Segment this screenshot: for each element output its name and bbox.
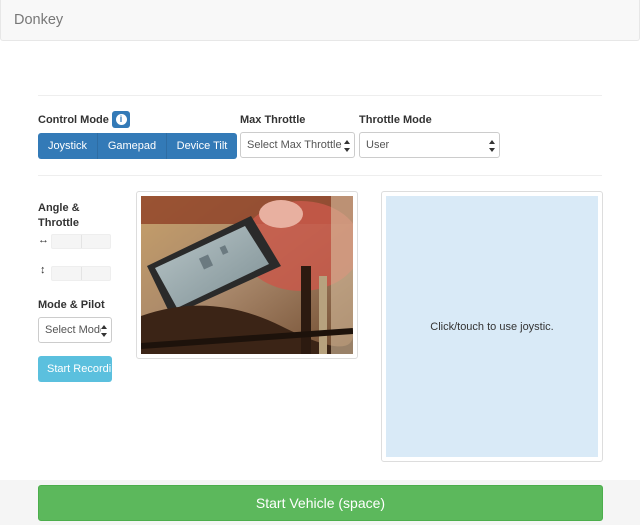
camera-feed-frame — [136, 191, 358, 359]
throttle-bar — [51, 266, 111, 281]
navbar-brand[interactable]: Donkey — [14, 12, 63, 28]
select-arrows-icon — [489, 140, 495, 152]
mode-pilot-label: Mode & Pilot — [38, 299, 105, 311]
max-throttle-label: Max Throttle — [240, 114, 306, 126]
select-arrows-icon — [101, 325, 107, 337]
gamepad-mode-button[interactable]: Gamepad — [98, 133, 167, 159]
select-arrows-icon — [344, 140, 350, 152]
joystick-mode-button[interactable]: Joystick — [38, 133, 98, 159]
divider — [38, 175, 602, 176]
control-mode-group: Joystick Gamepad Device Tilt — [38, 133, 237, 159]
camera-feed-image — [141, 196, 353, 354]
joystick-frame: Click/touch to use joystic. — [381, 191, 603, 462]
throttle-mode-label: Throttle Mode — [359, 114, 432, 126]
joystick-hint: Click/touch to use joystic. — [430, 320, 554, 333]
info-icon[interactable]: i — [112, 111, 130, 128]
max-throttle-select[interactable]: Select Max Throttle — [240, 132, 355, 158]
joystick-pad[interactable]: Click/touch to use joystic. — [386, 196, 598, 457]
start-recording-button[interactable]: Start Recording — [38, 356, 112, 382]
mode-pilot-select[interactable]: Select Mode — [38, 317, 112, 343]
navbar: Donkey — [0, 0, 640, 41]
mode-pilot-value: Select Mode — [45, 324, 107, 336]
vertical-arrows-icon: ↕ — [40, 264, 46, 276]
angle-throttle-label-line2: Throttle — [38, 217, 79, 229]
max-throttle-value: Select Max Throttle — [247, 139, 342, 151]
control-mode-label: Control Mode — [38, 114, 109, 126]
start-vehicle-button[interactable]: Start Vehicle (space) — [38, 485, 603, 521]
throttle-mode-select[interactable]: User — [359, 132, 500, 158]
angle-throttle-label-line1: Angle & — [38, 202, 80, 214]
divider — [38, 95, 602, 96]
device-tilt-mode-button[interactable]: Device Tilt — [167, 133, 237, 159]
throttle-mode-value: User — [366, 139, 390, 151]
horizontal-arrows-icon: ↔ — [38, 234, 49, 246]
angle-bar — [51, 234, 111, 249]
